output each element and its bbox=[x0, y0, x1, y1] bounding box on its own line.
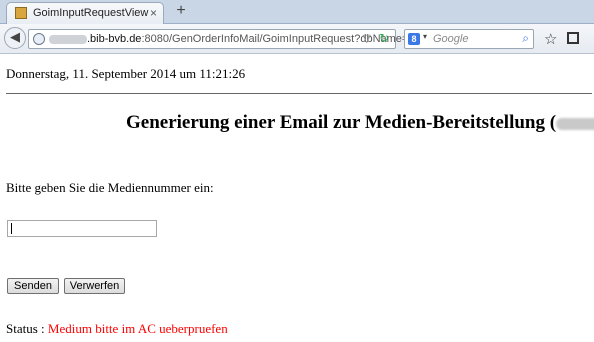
dropdown-arrow-icon[interactable]: ▽ bbox=[363, 32, 371, 45]
chevron-down-icon[interactable]: ▾ bbox=[423, 32, 427, 41]
status-label: Status : bbox=[6, 321, 45, 336]
text-caret bbox=[11, 223, 12, 234]
page-favicon-icon bbox=[15, 7, 27, 19]
search-placeholder: Google bbox=[433, 33, 469, 45]
globe-icon bbox=[33, 33, 45, 45]
browser-tab[interactable]: GoimInputRequestView × bbox=[6, 2, 164, 24]
page-title-text: Generierung einer Email zur Medien-Berei… bbox=[126, 112, 557, 133]
address-bar[interactable]: .bib-bvb.de:8080/GenOrderInfoMail/GoimIn… bbox=[28, 29, 447, 49]
search-box[interactable]: 8 ▾ Google ⌕ bbox=[404, 29, 534, 49]
tab-title: GoimInputRequestView bbox=[33, 7, 149, 19]
tab-strip: GoimInputRequestView × + bbox=[0, 0, 594, 24]
url-host: .bib-bvb.de bbox=[87, 33, 142, 45]
reset-button[interactable]: Verwerfen bbox=[64, 278, 125, 294]
library-icon[interactable] bbox=[567, 32, 579, 44]
page-title: Generierung einer Email zur Medien-Berei… bbox=[126, 112, 594, 134]
status-line: Status : Medium bitte im AC ueberpruefen bbox=[6, 321, 228, 337]
back-arrow-icon: ◀ bbox=[10, 30, 20, 45]
status-value: Medium bitte im AC ueberpruefen bbox=[47, 321, 228, 336]
media-number-label: Bitte geben Sie die Mediennummer ein: bbox=[6, 180, 214, 195]
star-icon[interactable]: ☆ bbox=[544, 30, 557, 48]
divider bbox=[6, 93, 592, 94]
reload-icon[interactable]: ↻ bbox=[379, 31, 389, 45]
close-tab-icon[interactable]: × bbox=[150, 6, 157, 20]
new-tab-button[interactable]: + bbox=[172, 2, 190, 20]
back-button[interactable]: ◀ bbox=[4, 27, 26, 49]
magnifier-icon[interactable]: ⌕ bbox=[522, 31, 529, 46]
media-number-input[interactable] bbox=[7, 220, 157, 237]
current-date: Donnerstag, 11. September 2014 um 11:21:… bbox=[6, 66, 246, 81]
send-button[interactable]: Senden bbox=[7, 278, 59, 294]
navigation-toolbar: ◀ .bib-bvb.de:8080/GenOrderInfoMail/Goim… bbox=[0, 24, 594, 54]
redacted-name bbox=[556, 117, 594, 130]
search-engine-icon[interactable]: 8 bbox=[408, 33, 420, 45]
url-redacted-host bbox=[49, 34, 87, 44]
